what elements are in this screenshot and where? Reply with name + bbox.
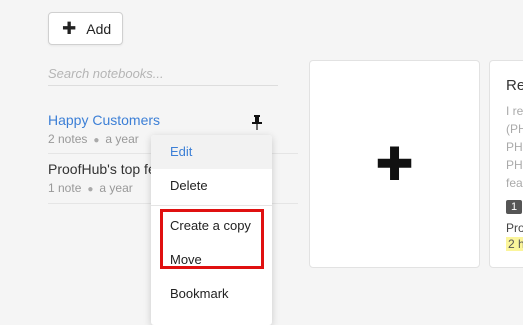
search-notebooks[interactable]: [48, 62, 278, 86]
notebook-context-menu: Edit Delete Create a copy Move Bookmark: [151, 135, 272, 325]
preview-line: I re: [506, 104, 523, 118]
menu-item-move[interactable]: Move: [151, 243, 272, 277]
add-button[interactable]: ✚ Add: [48, 12, 123, 45]
plus-icon: ✚: [62, 19, 77, 38]
separator-dot: ●: [87, 184, 94, 195]
menu-divider: [151, 205, 272, 206]
menu-item-create-copy[interactable]: Create a copy: [151, 209, 272, 243]
menu-item-delete[interactable]: Delete: [151, 169, 272, 203]
preview-title: Re: [506, 77, 523, 94]
preview-line: fea: [506, 176, 523, 190]
separator-dot: ●: [93, 135, 100, 146]
notebook-age: a year: [105, 132, 139, 146]
note-count-badge: 1: [506, 200, 523, 214]
plus-icon: ✚: [375, 138, 414, 190]
notebook-note-count: 2 notes: [48, 132, 88, 146]
preview-time: 2 h: [506, 237, 523, 251]
notebook-age: a year: [99, 181, 133, 195]
menu-item-edit[interactable]: Edit: [151, 135, 272, 169]
notebook-preview-card[interactable]: Re I re (PH PH PH fea 1 Proo 2 h: [489, 60, 523, 268]
preview-line: (PH: [506, 122, 523, 136]
preview-owner: Proo: [506, 221, 523, 235]
preview-line: PH: [506, 140, 523, 154]
search-input[interactable]: [48, 62, 278, 84]
add-button-label: Add: [86, 20, 112, 37]
preview-line: PH: [506, 158, 523, 172]
notebook-note-count: 1 note: [48, 181, 82, 195]
new-notebook-card[interactable]: ✚: [309, 60, 480, 268]
menu-item-bookmark[interactable]: Bookmark: [151, 277, 272, 311]
pin-icon[interactable]: [251, 115, 263, 131]
